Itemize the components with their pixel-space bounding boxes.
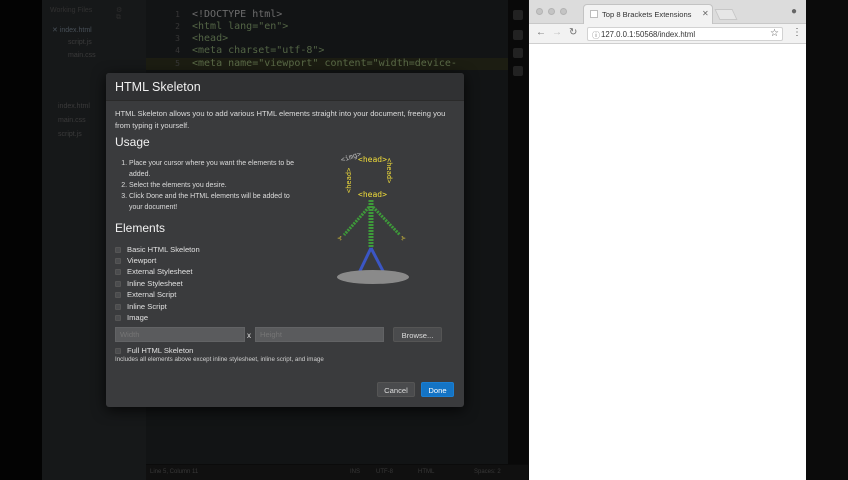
head-tag-label: <head> (358, 190, 387, 199)
checkbox[interactable] (115, 315, 121, 321)
skeleton-arm-right (371, 205, 402, 237)
skeleton-shadow (337, 270, 409, 284)
reload-icon[interactable]: ↻ (569, 27, 577, 38)
window-close-button[interactable] (536, 8, 543, 15)
head-tag-label: <head> (345, 168, 353, 193)
head-tag-label: <head> (358, 155, 387, 164)
head-tag-label: <head> (385, 158, 393, 183)
page-viewport[interactable] (529, 44, 806, 480)
usage-step: Select the elements you desire. (129, 180, 300, 191)
checkbox[interactable] (115, 269, 121, 275)
usage-step: Click Done and the HTML elements will be… (129, 191, 300, 213)
checkbox[interactable] (115, 247, 121, 253)
forward-arrow-icon[interactable]: → (552, 27, 562, 38)
skeleton-leg-left (357, 247, 373, 274)
browse-button[interactable]: Browse... (393, 327, 442, 342)
usage-step: Place your cursor where you want the ele… (129, 158, 300, 180)
elements-title: Elements (115, 221, 166, 235)
done-button[interactable]: Done (421, 382, 454, 397)
checkbox[interactable] (115, 348, 121, 354)
browser-window: Top 8 Brackets Extensions ✕ ● ← → ↻ ⓘ 12… (529, 0, 806, 480)
profile-icon[interactable]: ● (791, 6, 797, 17)
dialog-title: HTML Skeleton (115, 80, 201, 94)
image-height-input[interactable] (255, 327, 384, 342)
browser-tab-bar: Top 8 Brackets Extensions ✕ ● (529, 0, 806, 24)
usage-title: Usage (115, 135, 150, 149)
address-bar[interactable]: ⓘ 127.0.0.1:50568/index.html ☆ (587, 27, 783, 41)
dialog-header: HTML Skeleton (106, 73, 464, 101)
checkbox[interactable] (115, 304, 121, 310)
browser-menu-icon[interactable]: ⋮ (792, 27, 802, 38)
page-info-icon[interactable]: ⓘ (592, 30, 600, 41)
skeleton-illustration: <img> <head> <head> <head> <head> ⊰ ⊱ (337, 150, 409, 284)
url-text: 127.0.0.1:50568/index.html (601, 30, 696, 39)
skeleton-hand-right: ⊱ (401, 235, 406, 242)
size-separator: x (247, 331, 251, 340)
cancel-button[interactable]: Cancel (377, 382, 415, 397)
window-zoom-button[interactable] (560, 8, 567, 15)
usage-steps: Place your cursor where you want the ele… (120, 158, 300, 213)
dialog-intro: HTML Skeleton allows you to add various … (115, 109, 446, 130)
checkbox[interactable] (115, 281, 121, 287)
browser-tab[interactable]: Top 8 Brackets Extensions ✕ (583, 4, 713, 24)
html-skeleton-dialog: HTML Skeleton HTML Skeleton allows you t… (106, 73, 464, 407)
full-skeleton-note: Includes all elements above except inlin… (115, 356, 324, 363)
tab-close-icon[interactable]: ✕ (702, 9, 709, 18)
window-minimize-button[interactable] (548, 8, 555, 15)
skeleton-hand-left: ⊰ (337, 235, 342, 242)
skeleton-leg-right (369, 247, 386, 274)
image-width-input[interactable] (115, 327, 245, 342)
browser-toolbar: ← → ↻ ⓘ 127.0.0.1:50568/index.html ☆ ⋮ (529, 24, 806, 44)
tab-title: Top 8 Brackets Extensions (602, 10, 692, 19)
page-favicon-icon (590, 10, 598, 18)
checkbox[interactable] (115, 258, 121, 264)
desktop-edge (806, 0, 848, 480)
bookmark-star-icon[interactable]: ☆ (770, 28, 779, 39)
checkbox[interactable] (115, 292, 121, 298)
back-arrow-icon[interactable]: ← (536, 27, 546, 38)
new-tab-button[interactable] (714, 9, 738, 20)
skeleton-arm-left (342, 206, 371, 236)
